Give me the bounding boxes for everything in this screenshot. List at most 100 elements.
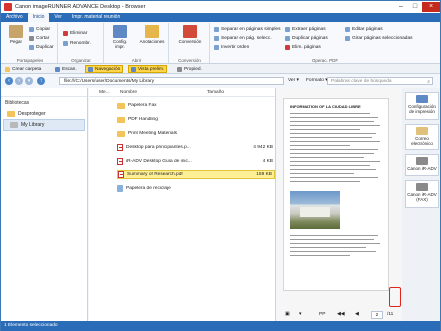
text-line bbox=[290, 125, 380, 126]
page-number-input[interactable]: 2 bbox=[371, 311, 383, 319]
col-tamano[interactable]: Tamaño bbox=[207, 90, 224, 95]
escan-button[interactable]: Escan. bbox=[53, 65, 79, 73]
text-line bbox=[290, 117, 378, 118]
pp-label[interactable]: PP bbox=[319, 312, 325, 317]
anotaciones-button[interactable]: Anotaciones bbox=[135, 25, 169, 44]
invertir-orden-button[interactable]: Invertir orden bbox=[214, 43, 249, 51]
text-line bbox=[290, 235, 378, 236]
file-row-desktop-principiantes[interactable]: Desktop para principiantes.p... 4 942 KB bbox=[117, 143, 275, 152]
cortar-button[interactable]: Cortar bbox=[29, 34, 49, 42]
reverse-icon bbox=[214, 44, 219, 50]
conversion-button[interactable]: Conversión bbox=[175, 25, 205, 44]
text-line bbox=[290, 121, 374, 122]
renombrar-button[interactable]: Renombr. bbox=[63, 39, 91, 47]
extraer-paginas-button[interactable]: Extraer páginas bbox=[285, 25, 326, 33]
duplicar-paginas-button[interactable]: Duplicar páginas bbox=[285, 34, 328, 42]
menu-impr-material[interactable]: Impr. material reunión bbox=[67, 13, 125, 22]
separar-selecc-button[interactable]: Separar en pág. selecc. bbox=[214, 34, 272, 42]
crear-carpeta-label: Crear carpeta bbox=[12, 66, 42, 72]
close-button[interactable]: × bbox=[422, 2, 440, 12]
crear-carpeta-button[interactable]: Crear carpeta bbox=[3, 65, 43, 73]
preview-page[interactable]: INFORMATION OF LA CIUDAD LIBRE bbox=[283, 98, 389, 291]
up-arrow-icon[interactable]: ↑ bbox=[37, 77, 45, 85]
menu-ver[interactable]: Ver bbox=[49, 13, 67, 22]
folder-icon bbox=[117, 130, 125, 137]
tile-canon-iradv-fax[interactable]: Canon iR-ADV (FAX) bbox=[405, 180, 439, 208]
window-title: Canon imageRUNNER ADVANCE Desktop - Brow… bbox=[15, 4, 146, 10]
navigation-icon bbox=[88, 66, 93, 72]
file-row-summary-research[interactable]: Summary of Research.pdf 159 KB bbox=[117, 170, 275, 179]
tile-configuracion-impresion[interactable]: Configuración de impresión bbox=[405, 92, 439, 120]
copiar-button[interactable]: Copiar bbox=[29, 25, 50, 33]
tree-item-my-library[interactable]: My Library bbox=[3, 119, 85, 131]
duplicar-button[interactable]: Duplicar bbox=[29, 43, 54, 51]
pdf-icon bbox=[117, 158, 123, 165]
rename-icon bbox=[63, 40, 68, 46]
girar-paginas-button[interactable]: Girar páginas seleccionadas bbox=[345, 34, 413, 42]
fit-page-icon[interactable]: ▣ bbox=[285, 312, 290, 317]
address-input[interactable]: file:///C:/Users/user/Documents/My Libra… bbox=[59, 77, 284, 85]
forward-arrow-icon[interactable]: › bbox=[15, 77, 23, 85]
delete-pages-icon bbox=[285, 44, 290, 50]
tree-item-label: My Library bbox=[21, 122, 45, 128]
text-line bbox=[290, 243, 380, 244]
text-line bbox=[290, 129, 360, 130]
text-line bbox=[290, 157, 364, 158]
minimize-button[interactable]: – bbox=[394, 2, 408, 12]
file-row-papelera-reciclaje[interactable]: Papelera de reciclaje bbox=[117, 184, 275, 193]
tree-item-desproteger[interactable]: Desproteger bbox=[1, 109, 87, 119]
tree-header bbox=[1, 88, 87, 97]
preview-scrollbar[interactable] bbox=[392, 97, 398, 287]
zoom-dropdown-icon[interactable]: ▾ bbox=[299, 312, 301, 317]
tile-canon-iradv[interactable]: Canon iR-ADV bbox=[405, 154, 439, 176]
eliminar-label: Eliminar bbox=[70, 30, 88, 36]
elim-paginas-button[interactable]: Elim. páginas bbox=[285, 43, 321, 51]
output-bar: Configuración de impresión Correo electr… bbox=[402, 88, 440, 321]
menu-bar: Archivo Inicio Ver Impr. material reunió… bbox=[1, 13, 440, 22]
menu-archivo[interactable]: Archivo bbox=[1, 13, 28, 22]
chevron-down-icon[interactable]: ▾ bbox=[25, 77, 33, 85]
file-row-print-meeting[interactable]: Print Meeting Materials bbox=[117, 129, 275, 138]
group-abrir: Config. impr. Anotaciones Abrir bbox=[105, 23, 169, 63]
search-placeholder: Palabras clave de búsqueda bbox=[331, 79, 392, 84]
propied-button[interactable]: Propied. bbox=[175, 65, 204, 73]
navegacion-button[interactable]: Navegación bbox=[85, 65, 124, 73]
col-nombre[interactable]: Nombre bbox=[120, 90, 137, 95]
extraer-paginas-label: Extraer páginas bbox=[292, 26, 326, 32]
file-size: 4 KB bbox=[262, 159, 273, 164]
vista-prelim-button[interactable]: Vista prelim. bbox=[128, 65, 168, 73]
tile-label: Canon iR-ADV bbox=[407, 166, 437, 171]
search-input[interactable]: Palabras clave de búsqueda ⌕ bbox=[327, 77, 433, 85]
file-row-pdf-handling[interactable]: PDF Handling bbox=[117, 115, 275, 124]
col-me[interactable]: Me... bbox=[99, 90, 110, 95]
formato-dropdown[interactable]: Formato ▾ bbox=[306, 77, 328, 85]
mail-icon bbox=[416, 127, 428, 135]
tile-correo[interactable]: Correo electrónico bbox=[405, 124, 439, 150]
group-operac-pdf: Separar en páginas simples Separar en pá… bbox=[211, 23, 439, 63]
first-page-icon[interactable]: ◀◀ bbox=[337, 312, 344, 317]
file-row-papelera-fax[interactable]: Papelera Fax bbox=[117, 101, 275, 110]
menu-inicio[interactable]: Inicio bbox=[27, 13, 50, 22]
prev-page-icon[interactable]: ◀ bbox=[355, 312, 359, 317]
maximize-button[interactable]: □ bbox=[408, 2, 422, 12]
eliminar-button[interactable]: Eliminar bbox=[63, 29, 87, 37]
config-impr-button[interactable]: Config. impr. bbox=[107, 25, 133, 49]
text-line bbox=[290, 247, 366, 248]
copy-icon bbox=[29, 26, 34, 32]
back-arrow-icon[interactable]: ‹ bbox=[5, 77, 13, 85]
search-icon[interactable]: ⌕ bbox=[427, 79, 430, 86]
text-line bbox=[290, 149, 378, 150]
file-row-guia[interactable]: iR-ADV Desktop Guía de inic... 4 KB bbox=[117, 157, 275, 166]
text-line bbox=[290, 255, 350, 256]
ver-dropdown[interactable]: Ver ▾ bbox=[288, 77, 299, 85]
text-line bbox=[290, 141, 380, 142]
recycle-bin-icon bbox=[117, 185, 123, 192]
editar-paginas-button[interactable]: Editar páginas bbox=[345, 25, 383, 33]
new-folder-icon bbox=[5, 66, 10, 72]
separar-simples-button[interactable]: Separar en páginas simples bbox=[214, 25, 280, 33]
invertir-orden-label: Invertir orden bbox=[221, 44, 250, 50]
app-logo-icon bbox=[4, 3, 12, 11]
pegar-button[interactable]: Pegar bbox=[3, 25, 29, 44]
folder-icon bbox=[7, 111, 15, 117]
escan-label: Escan. bbox=[62, 66, 77, 72]
